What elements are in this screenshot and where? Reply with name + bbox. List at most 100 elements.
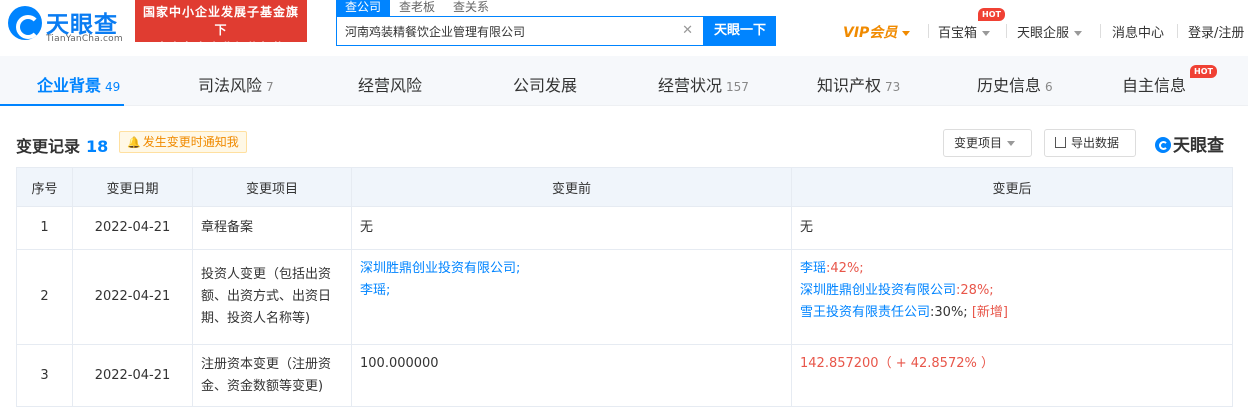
banner-line-1: 国家中小企业发展子基金旗下 <box>142 5 299 37</box>
tab-label: 公司发展 <box>513 76 578 95</box>
search-box: ✕ <box>336 16 704 46</box>
tab-label: 经营状况 <box>658 76 723 95</box>
investor-link[interactable]: 雪王投资有限责任公司 <box>800 305 930 320</box>
cell-no: 3 <box>16 344 73 407</box>
tab-self-info[interactable]: 自主信息 <box>1122 72 1186 96</box>
cell-no: 2 <box>16 249 73 345</box>
new-tag: [新增] <box>971 305 1008 320</box>
section-title-text: 变更记录 <box>16 137 81 156</box>
export-data-button[interactable]: 导出数据 <box>1044 129 1136 157</box>
hot-badge: HOT <box>978 8 1005 21</box>
chevron-down-icon <box>982 31 991 36</box>
tab-search-relation[interactable]: 查关系 <box>444 0 498 16</box>
investor-share: :28%; <box>956 283 994 298</box>
tab-search-company[interactable]: 查公司 <box>336 0 391 16</box>
investor-entry: 李瑶:42%; <box>800 258 1224 280</box>
tab-label: 知识产权 <box>817 76 882 95</box>
filter-label: 变更项目 <box>954 136 1003 150</box>
hot-badge: HOT <box>1190 65 1217 78</box>
site-logo[interactable]: 天眼查 TianYanCha.com <box>8 4 128 44</box>
treasure-box-label: 百宝箱 <box>938 26 978 41</box>
active-tab-indicator <box>0 104 124 106</box>
cell-before: 无 <box>351 206 792 250</box>
company-section-nav: 企业背景 49 司法风险 7 经营风险 公司发展 经营状况 157 知识产权 73 历史… <box>0 56 1248 106</box>
close-icon[interactable]: ✕ <box>682 23 693 38</box>
cell-after: 142.857200（ + 42.8572% ） <box>791 344 1233 407</box>
tab-judicial-risk[interactable]: 司法风险 7 <box>198 72 274 96</box>
section-title: 变更记录 18 <box>16 133 108 157</box>
investor-link[interactable]: 李瑶 <box>800 261 826 276</box>
tab-count: 6 <box>1045 80 1053 94</box>
logo-subtext: TianYanCha.com <box>46 34 123 44</box>
login-register-link[interactable]: 登录/注册 <box>1188 22 1244 41</box>
table-row: 3 2022-04-21 注册资本变更（注册资金、资金数额等变更) 100.00… <box>16 344 1233 407</box>
table-header-row: 序号 变更日期 变更项目 变更前 变更后 <box>16 167 1233 207</box>
export-label: 导出数据 <box>1071 136 1120 150</box>
tab-label: 经营风险 <box>358 76 423 95</box>
tab-company-development[interactable]: 公司发展 <box>513 72 577 96</box>
message-center-link[interactable]: 消息中心 <box>1112 22 1164 41</box>
chevron-down-icon <box>1007 141 1016 146</box>
tab-count: 157 <box>726 80 749 94</box>
search-button[interactable]: 天眼一下 <box>704 16 776 46</box>
watermark-text: 天眼查 <box>1173 136 1224 156</box>
export-icon <box>1055 137 1066 148</box>
logo-eye-icon <box>1155 137 1171 153</box>
divider <box>928 24 929 38</box>
cell-date: 2022-04-21 <box>72 206 193 250</box>
top-header: 天眼查 TianYanCha.com 国家中小企业发展子基金旗下 官方备案企业征… <box>0 0 1248 56</box>
column-header: 变更后 <box>791 167 1233 207</box>
cell-item: 注册资本变更（注册资金、资金数额等变更) <box>192 344 352 407</box>
investor-link[interactable]: 深圳胜鼎创业投资有限公司; <box>360 258 783 280</box>
tab-search-boss[interactable]: 查老板 <box>390 0 444 16</box>
cell-item: 章程备案 <box>192 206 352 250</box>
cell-after: 无 <box>791 206 1233 250</box>
notify-label: 发生变更时通知我 <box>142 135 239 149</box>
divider <box>1006 24 1007 38</box>
tab-label: 企业背景 <box>37 76 102 95</box>
tab-enterprise-background[interactable]: 企业背景 49 <box>37 72 120 96</box>
investor-share: :42%; <box>826 261 864 276</box>
tab-label: 司法风险 <box>198 76 263 95</box>
logo-eye-icon <box>8 6 42 40</box>
enterprise-service-menu[interactable]: 天眼企服 <box>1017 22 1083 41</box>
tab-intellectual-property[interactable]: 知识产权 73 <box>817 72 900 96</box>
column-header: 序号 <box>16 167 73 207</box>
tab-count: 7 <box>266 80 274 94</box>
change-record-table: 序号 变更日期 变更项目 变更前 变更后 1 2022-04-21 章程备案 无… <box>16 167 1233 407</box>
investor-link[interactable]: 深圳胜鼎创业投资有限公司 <box>800 283 956 298</box>
change-item-filter[interactable]: 变更项目 <box>943 129 1032 157</box>
tab-history-info[interactable]: 历史信息 6 <box>977 72 1053 96</box>
cell-date: 2022-04-21 <box>72 344 193 407</box>
section-count: 18 <box>86 137 109 156</box>
bell-icon: 🔔 <box>127 136 141 149</box>
investor-link[interactable]: 李瑶; <box>360 280 783 302</box>
notify-on-change-button[interactable]: 🔔 发生变更时通知我 <box>119 131 247 153</box>
search-input[interactable] <box>337 17 677 45</box>
column-header: 变更项目 <box>192 167 352 207</box>
cell-item: 投资人变更（包括出资额、出资方式、出资日期、投资人名称等) <box>192 249 352 345</box>
tab-business-status[interactable]: 经营状况 157 <box>658 72 749 96</box>
table-row: 1 2022-04-21 章程备案 无 无 <box>16 206 1233 250</box>
tab-count: 73 <box>885 80 901 94</box>
column-header: 变更日期 <box>72 167 193 207</box>
vip-menu[interactable]: VIP会员 <box>843 22 911 42</box>
investor-entry: 雪王投资有限责任公司:30%; [新增] <box>800 302 1224 324</box>
tab-count: 49 <box>105 80 121 94</box>
divider <box>1100 24 1101 38</box>
cell-before: 100.000000 <box>351 344 792 407</box>
certification-banner: 国家中小企业发展子基金旗下 官方备案企业征信机构 <box>135 0 307 55</box>
tab-operating-risk[interactable]: 经营风险 <box>358 72 422 96</box>
table-row: 2 2022-04-21 投资人变更（包括出资额、出资方式、出资日期、投资人名称… <box>16 249 1233 345</box>
chevron-down-icon <box>902 31 911 36</box>
watermark-logo: 天眼查 <box>1155 131 1224 156</box>
cell-no: 1 <box>16 206 73 250</box>
treasure-box-menu[interactable]: 百宝箱 <box>938 22 991 41</box>
cell-before: 深圳胜鼎创业投资有限公司; 李瑶; <box>351 249 792 345</box>
investor-share: :30%; <box>930 305 968 320</box>
banner-line-2: 官方备案企业征信机构 <box>155 41 286 55</box>
tab-label: 历史信息 <box>977 76 1042 95</box>
search-type-tabs: 查公司 查老板 查关系 <box>336 0 498 16</box>
cell-after: 李瑶:42%; 深圳胜鼎创业投资有限公司:28%; 雪王投资有限责任公司:30%… <box>791 249 1233 345</box>
investor-entry: 深圳胜鼎创业投资有限公司:28%; <box>800 280 1224 302</box>
